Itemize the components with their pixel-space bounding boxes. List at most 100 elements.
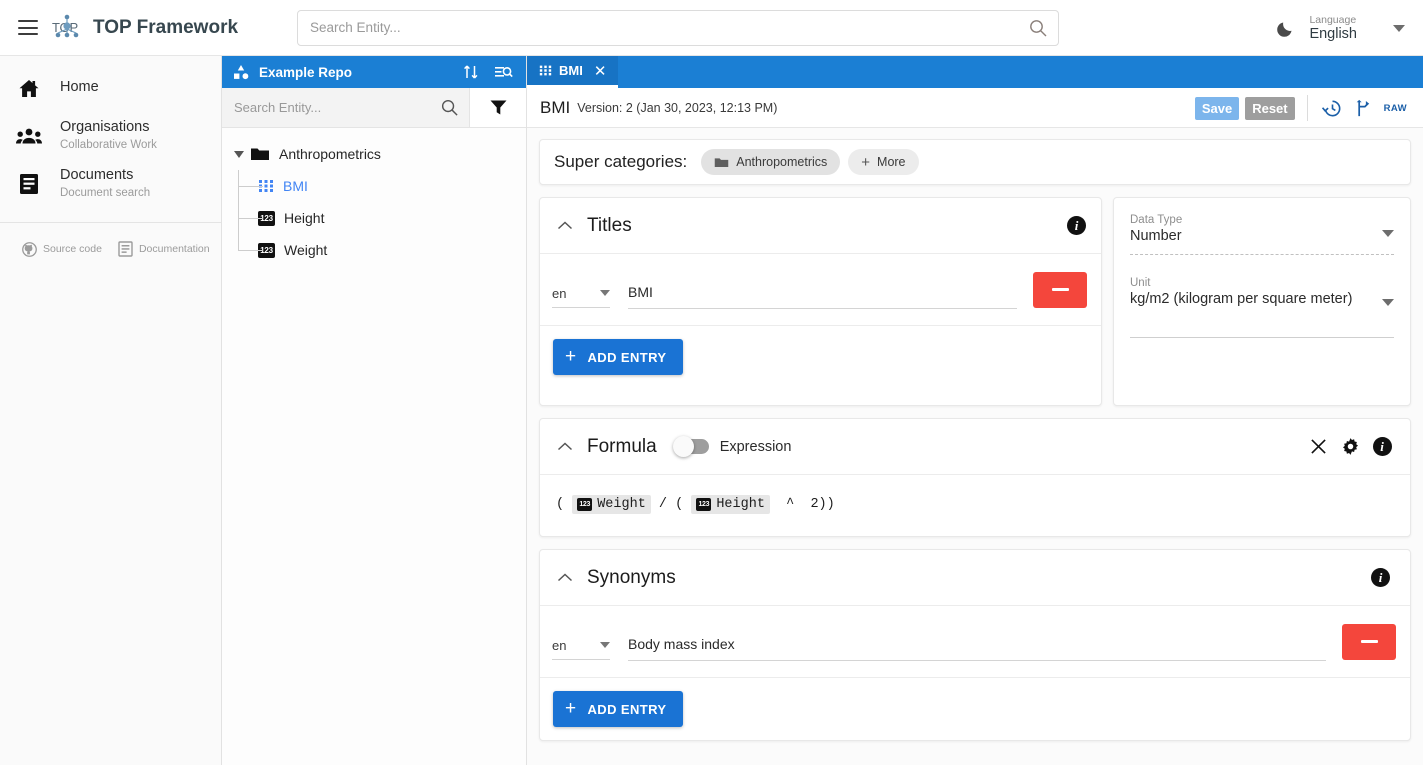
tree-search-input[interactable] bbox=[234, 100, 440, 115]
group-icon bbox=[14, 123, 44, 149]
grid-icon bbox=[539, 64, 552, 77]
entity-title: BMI bbox=[540, 97, 571, 117]
history-icon[interactable] bbox=[1318, 93, 1348, 123]
search-input[interactable] bbox=[310, 20, 1029, 35]
operand-label: Weight bbox=[597, 497, 646, 512]
tree-node-weight[interactable]: 123 Weight bbox=[222, 234, 526, 266]
tree-guide-line bbox=[238, 250, 263, 251]
sidebar-item-organisations[interactable]: Organisations Collaborative Work bbox=[0, 112, 221, 160]
unit-field[interactable]: Unit kg/m2 (kilogram per square meter) bbox=[1130, 277, 1394, 338]
chip-label: More bbox=[877, 155, 906, 169]
tree-guide-line bbox=[238, 234, 239, 250]
sidebar-item-documents[interactable]: Documents Document search bbox=[0, 160, 221, 208]
top-network-logo: T O P bbox=[50, 11, 84, 45]
formula-card-header: Formula Expression i bbox=[540, 419, 1410, 475]
hamburger-icon[interactable] bbox=[18, 20, 38, 35]
synonym-text-field[interactable] bbox=[628, 636, 1326, 661]
chevron-down-icon[interactable] bbox=[1393, 24, 1405, 32]
titles-and-type-row: Titles i en BMI + ADD ENTRY Data Type Nu… bbox=[539, 197, 1411, 406]
close-icon[interactable] bbox=[1305, 434, 1331, 460]
main-panel: BMI ✕ BMI Version: 2 (Jan 30, 2023, 12:1… bbox=[527, 56, 1423, 765]
chevron-down-icon[interactable] bbox=[1382, 230, 1394, 237]
title-entry-row: en bbox=[540, 254, 1101, 326]
sidebar: Home Organisations Collaborative Work Do… bbox=[0, 56, 222, 765]
entity-tree-panel: Example Repo Search Entity... Anthropome… bbox=[222, 56, 527, 765]
search-list-icon[interactable] bbox=[490, 60, 516, 84]
chevron-down-icon[interactable] bbox=[1382, 299, 1394, 306]
formula-operand-weight[interactable]: 123 Weight bbox=[572, 495, 651, 514]
save-button[interactable]: Save bbox=[1194, 96, 1240, 120]
info-icon[interactable]: i bbox=[1369, 434, 1395, 460]
reset-button[interactable]: Reset bbox=[1245, 96, 1295, 120]
tab-bmi[interactable]: BMI ✕ bbox=[527, 56, 619, 88]
sidebar-item-label: Documents bbox=[60, 167, 134, 184]
chevron-up-icon[interactable] bbox=[552, 572, 578, 584]
chevron-down-icon[interactable] bbox=[228, 150, 250, 158]
formula-expression[interactable]: ( 123 Weight / ( 123 Height ^ 2)) bbox=[540, 475, 1410, 536]
plus-icon: + bbox=[565, 346, 577, 367]
global-search[interactable] bbox=[297, 9, 1060, 46]
card-title: Formula bbox=[587, 435, 657, 457]
tree-node-label: BMI bbox=[283, 178, 308, 194]
documentation-link[interactable]: Documentation bbox=[118, 241, 210, 257]
search-icon[interactable] bbox=[440, 98, 459, 117]
add-synonym-entry-button[interactable]: + ADD ENTRY bbox=[553, 691, 684, 727]
branch-icon[interactable] bbox=[1348, 93, 1378, 123]
language-label: Language bbox=[1309, 13, 1357, 26]
moon-icon[interactable] bbox=[1275, 17, 1297, 39]
sidebar-item-label: Organisations bbox=[60, 119, 150, 136]
formula-operand-height[interactable]: 123 Height bbox=[691, 495, 770, 514]
folder-icon bbox=[714, 156, 729, 169]
unit-label: Unit bbox=[1130, 277, 1151, 289]
raw-button[interactable]: RAW bbox=[1384, 103, 1407, 114]
language-selector[interactable]: Language English bbox=[1309, 14, 1357, 43]
expression-toggle-label: Expression bbox=[719, 438, 792, 455]
tree-node-label: Anthropometrics bbox=[279, 146, 381, 162]
entity-tree: Anthropometrics BMI 123 Height 123 Weigh… bbox=[222, 128, 526, 266]
titles-card-header: Titles i bbox=[540, 198, 1101, 254]
home-icon bbox=[14, 75, 44, 101]
tree-node-anthropometrics[interactable]: Anthropometrics bbox=[222, 138, 526, 170]
add-title-entry-button[interactable]: + ADD ENTRY bbox=[553, 339, 684, 375]
gear-icon[interactable] bbox=[1337, 434, 1363, 460]
close-icon[interactable]: ✕ bbox=[594, 62, 607, 80]
super-categories-card: Super categories: Anthropometrics + More bbox=[539, 139, 1411, 185]
sort-icon[interactable] bbox=[458, 60, 484, 84]
book-icon bbox=[118, 241, 133, 257]
info-icon[interactable]: i bbox=[1067, 216, 1086, 235]
sidebar-item-home[interactable]: Home bbox=[0, 64, 221, 112]
card-title: Titles bbox=[587, 214, 632, 236]
remove-title-button[interactable] bbox=[1033, 271, 1087, 308]
document-icon bbox=[14, 171, 44, 197]
title-input[interactable] bbox=[628, 284, 1017, 300]
tree-node-height[interactable]: 123 Height bbox=[222, 202, 526, 234]
version-bar: BMI Version: 2 (Jan 30, 2023, 12:13 PM) … bbox=[527, 88, 1423, 128]
search-icon[interactable] bbox=[1028, 18, 1048, 38]
plus-icon: + bbox=[565, 698, 577, 719]
chevron-up-icon[interactable] bbox=[552, 441, 578, 453]
synonym-input[interactable] bbox=[628, 636, 1326, 652]
number-icon: 123 bbox=[696, 498, 712, 511]
data-type-field[interactable]: Data Type Number bbox=[1130, 214, 1394, 255]
info-icon[interactable]: i bbox=[1371, 568, 1390, 587]
number-icon: 123 bbox=[577, 498, 593, 511]
language-code: en bbox=[552, 637, 567, 653]
title-language-select[interactable]: en bbox=[552, 286, 610, 308]
tree-node-bmi[interactable]: BMI bbox=[222, 170, 526, 202]
super-category-chip-anthropometrics[interactable]: Anthropometrics bbox=[701, 149, 841, 175]
sidebar-item-subtitle: Document search bbox=[60, 186, 151, 199]
source-code-link[interactable]: Source code bbox=[22, 241, 102, 257]
remove-synonym-button[interactable] bbox=[1342, 623, 1396, 660]
synonym-language-select[interactable]: en bbox=[552, 638, 610, 660]
language-value: English bbox=[1309, 25, 1357, 42]
chevron-up-icon[interactable] bbox=[552, 220, 578, 232]
title-text-field[interactable] bbox=[628, 284, 1017, 309]
synonyms-card-header: Synonyms i bbox=[540, 550, 1410, 606]
tab-bar: BMI ✕ bbox=[527, 56, 1423, 88]
filter-icon[interactable] bbox=[470, 88, 526, 127]
add-super-category-button[interactable]: + More bbox=[848, 149, 919, 175]
entity-content: Super categories: Anthropometrics + More bbox=[527, 128, 1423, 765]
tree-search-box[interactable] bbox=[222, 88, 470, 127]
repository-header: Example Repo bbox=[222, 56, 526, 88]
expression-toggle[interactable] bbox=[672, 436, 709, 457]
